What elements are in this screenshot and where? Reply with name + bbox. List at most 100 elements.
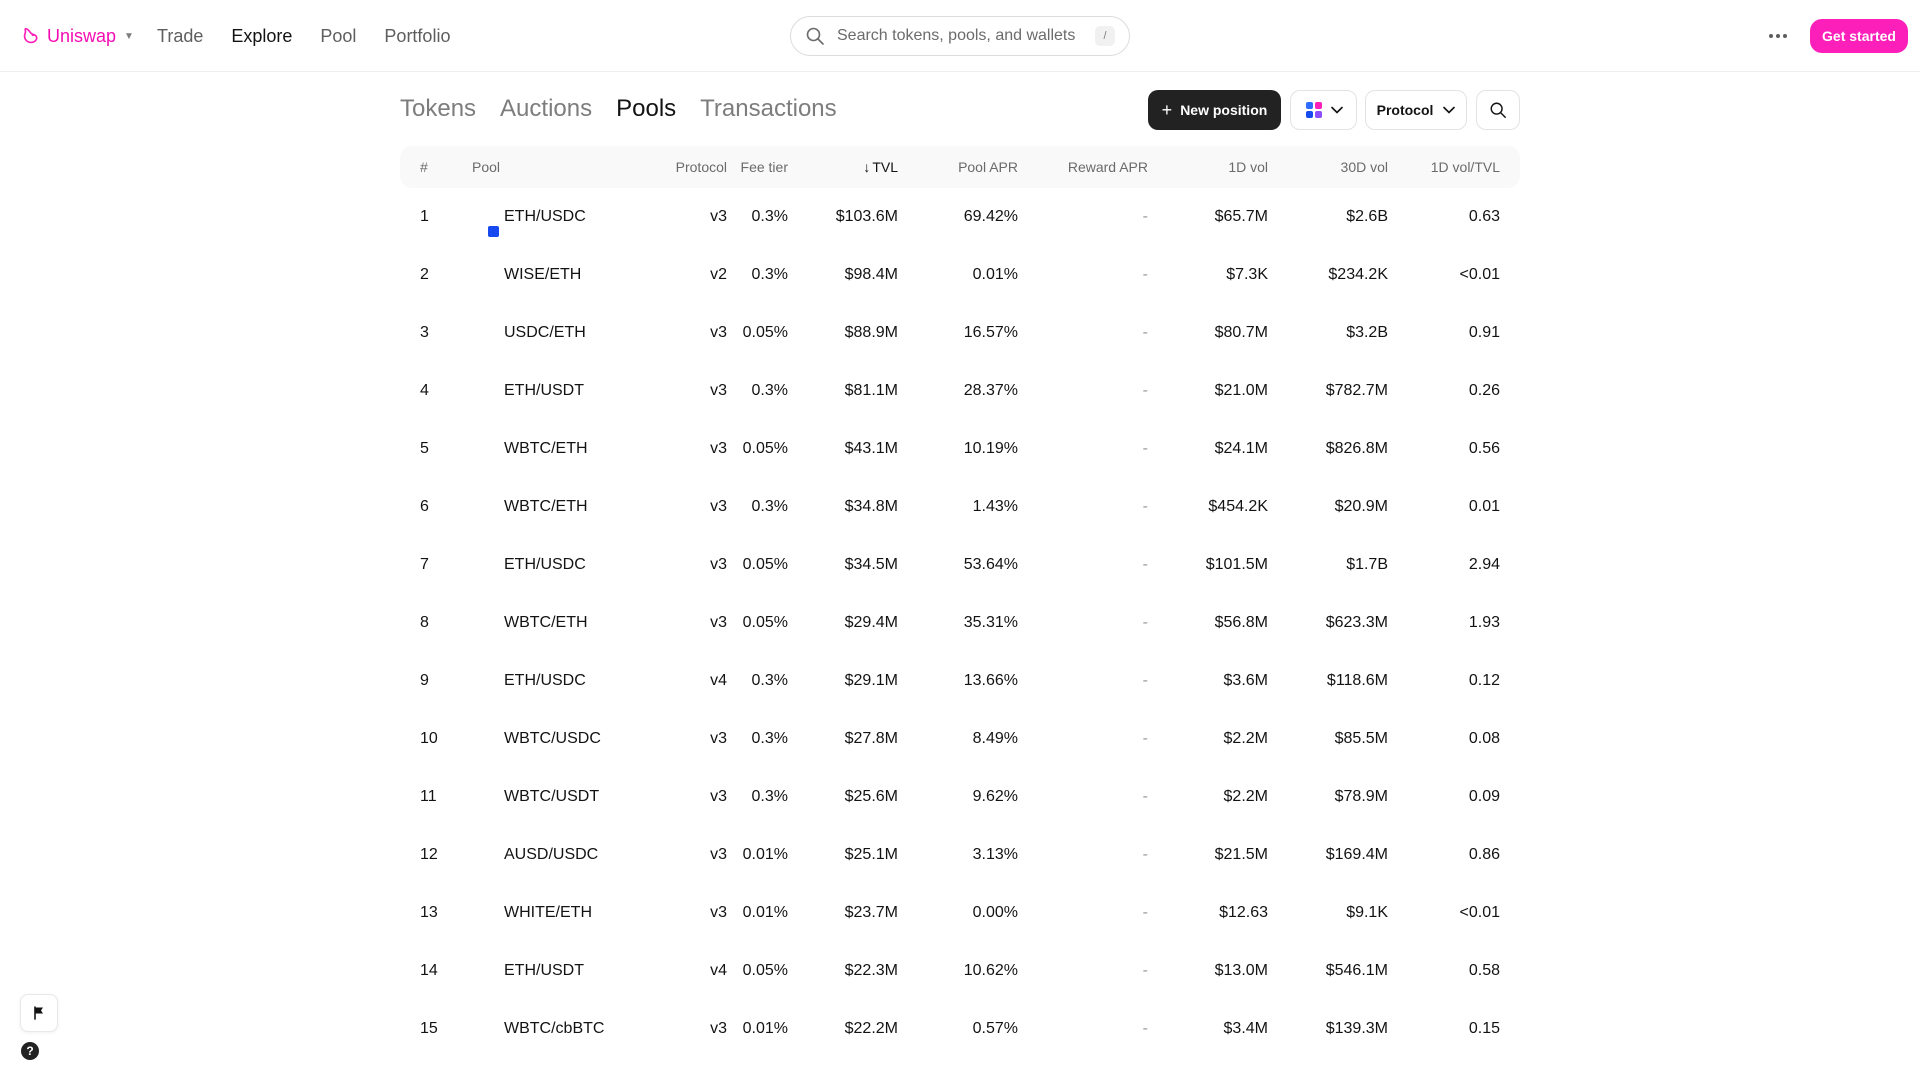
cell-pool-apr: 3.13% [972,846,1018,863]
top-navigation: Uniswap ▼ Trade Explore Pool Portfolio /… [0,0,1920,72]
help-icon[interactable]: ? [21,1042,39,1060]
cell-vol-tvl-ratio: 0.91 [1468,324,1500,341]
cell-tvl: $88.9M [844,324,898,341]
table-row[interactable]: 7 ETH/USDC v3 0.05% $34.5M 53.64% - $101.5M $1.7… [400,536,1520,594]
header-30d-vol[interactable]: 30D vol [1341,146,1388,188]
cell-1d-vol: $21.0M [1214,382,1268,399]
table-row[interactable]: 14 ETH/USDT v4 0.05% $22.3M 10.62% - $13.0M $546… [400,942,1520,1000]
cell-pool-name: WBTC/cbBTC [504,1020,605,1037]
table-row[interactable]: 8 WBTC/ETH v3 0.05% $29.4M 35.31% - $56.8M $623.… [400,594,1520,652]
cell-fee-tier: 0.05% [742,440,788,457]
cell-vol-tvl-ratio: 0.86 [1468,846,1500,863]
table-row[interactable]: 15 WBTC/cbBTC v3 0.01% $22.2M 0.57% - $3.4M $139… [400,1000,1520,1058]
global-search[interactable]: / [790,16,1130,56]
nav-link-pool[interactable]: Pool [320,24,356,48]
cell-vol-tvl-ratio: 1.93 [1468,614,1500,631]
table-row[interactable]: 1 ETH/USDC v3 0.3% $103.6M 69.42% - $65.7M $2.6B… [400,188,1520,246]
cell-protocol: v3 [710,324,727,341]
cell-pool-apr: 1.43% [972,498,1018,515]
cell-pool-apr: 53.64% [963,556,1018,573]
table-row[interactable]: 12 AUSD/USDC v3 0.01% $25.1M 3.13% - $21.5M $169… [400,826,1520,884]
cell-pool-apr: 28.37% [963,382,1018,399]
protocol-filter-button[interactable]: Protocol [1365,90,1467,130]
nav-link-trade[interactable]: Trade [157,24,203,48]
table-row[interactable]: 13 WHITE/ETH v3 0.01% $23.7M 0.00% - $12.63 $9.1… [400,884,1520,942]
cell-vol-tvl-ratio: 0.08 [1468,730,1500,747]
cell-1d-vol: $3.6M [1223,672,1268,689]
table-row[interactable]: 5 WBTC/ETH v3 0.05% $43.1M 10.19% - $24.1M $826.… [400,420,1520,478]
tab-pools[interactable]: Pools [616,93,676,125]
network-filter-button[interactable] [1290,90,1357,130]
cell-30d-vol: $20.9M [1334,498,1388,515]
cell-1d-vol: $101.5M [1205,556,1268,573]
get-started-button[interactable]: Get started [1810,19,1908,53]
new-position-button[interactable]: + New position [1148,90,1281,130]
uniswap-logo-icon [23,27,38,44]
brand-name: Uniswap [47,25,117,46]
table-search-button[interactable] [1476,90,1520,130]
tab-tokens[interactable]: Tokens [400,93,476,125]
cell-protocol: v3 [710,556,727,573]
brand-menu[interactable]: Uniswap ▼ [20,24,134,48]
cell-pool-apr: 8.49% [972,730,1018,747]
cell-rank: 7 [420,556,429,573]
cell-reward-apr: - [1142,498,1148,515]
table-row[interactable]: 3 USDC/ETH v3 0.05% $88.9M 16.57% - $80.7M $3.2B… [400,304,1520,362]
header-1d-vol[interactable]: 1D vol [1228,146,1268,188]
table-row[interactable]: 10 WBTC/USDC v3 0.3% $27.8M 8.49% - $2.2M $85.5M… [400,710,1520,768]
header-pool-apr[interactable]: Pool APR [958,146,1018,188]
sort-arrow-down-icon: ↓ [863,159,871,175]
cell-pool-name: ETH/USDC [504,208,586,225]
cell-pool-name: WBTC/ETH [504,440,588,457]
cell-protocol: v2 [710,266,727,283]
cell-pool-apr: 9.62% [972,788,1018,805]
cell-reward-apr: - [1142,788,1148,805]
cell-rank: 1 [420,208,429,225]
cell-30d-vol: $623.3M [1325,614,1388,631]
cell-fee-tier: 0.05% [742,962,788,979]
table-row[interactable]: 2 WISE/ETH v2 0.3% $98.4M 0.01% - $7.3K $234.2K <… [400,246,1520,304]
nav-link-explore[interactable]: Explore [231,24,292,48]
cell-1d-vol: $2.2M [1223,788,1268,805]
header-protocol[interactable]: Protocol [676,146,727,188]
more-options-button[interactable] [1764,24,1792,48]
cell-tvl: $34.8M [844,498,898,515]
header-vol-tvl-ratio[interactable]: 1D vol/TVL [1431,146,1500,188]
header-tvl[interactable]: ↓ TVL [863,146,898,188]
cell-pool-name: ETH/USDT [504,382,584,399]
cell-fee-tier: 0.01% [742,846,788,863]
table-row[interactable]: 6 WBTC/ETH v3 0.3% $34.8M 1.43% - $454.2K $20.9M… [400,478,1520,536]
table-header: # Pool Protocol Fee tier ↓ TVL Pool APR … [400,146,1520,188]
chain-grid-icon [1305,102,1322,118]
cell-30d-vol: $85.5M [1334,730,1388,747]
cell-protocol: v3 [710,788,727,805]
chevron-down-icon [1330,106,1343,114]
cell-1d-vol: $12.63 [1219,904,1268,921]
report-button[interactable] [20,994,58,1032]
cell-1d-vol: $24.1M [1214,440,1268,457]
cell-pool-name: WBTC/USDC [504,730,601,747]
cell-fee-tier: 0.3% [751,730,788,747]
cell-pool-name: WHITE/ETH [504,904,592,921]
table-row[interactable]: 9 ETH/USDC v4 0.3% $29.1M 13.66% - $3.6M $118.6M… [400,652,1520,710]
cell-tvl: $98.4M [844,266,898,283]
search-input[interactable] [837,27,1095,45]
nav-link-portfolio[interactable]: Portfolio [384,24,450,48]
header-reward-apr[interactable]: Reward APR [1068,146,1148,188]
table-row[interactable]: 11 WBTC/USDT v3 0.3% $25.6M 9.62% - $2.2M $78.9M… [400,768,1520,826]
chain-badge-icon [488,226,499,237]
search-icon [806,27,824,45]
cell-30d-vol: $826.8M [1325,440,1388,457]
table-row[interactable]: 4 ETH/USDT v3 0.3% $81.1M 28.37% - $21.0M $782.7… [400,362,1520,420]
cell-rank: 11 [420,788,437,805]
cell-tvl: $29.4M [844,614,898,631]
header-fee-tier[interactable]: Fee tier [741,146,788,188]
cell-reward-apr: - [1142,382,1148,399]
flag-icon [34,1006,43,1020]
cell-protocol: v3 [710,498,727,515]
cell-tvl: $25.1M [844,846,898,863]
cell-pool-name: WBTC/ETH [504,498,588,515]
cell-tvl: $81.1M [844,382,898,399]
tab-auctions[interactable]: Auctions [500,93,592,125]
tab-transactions[interactable]: Transactions [700,93,837,125]
